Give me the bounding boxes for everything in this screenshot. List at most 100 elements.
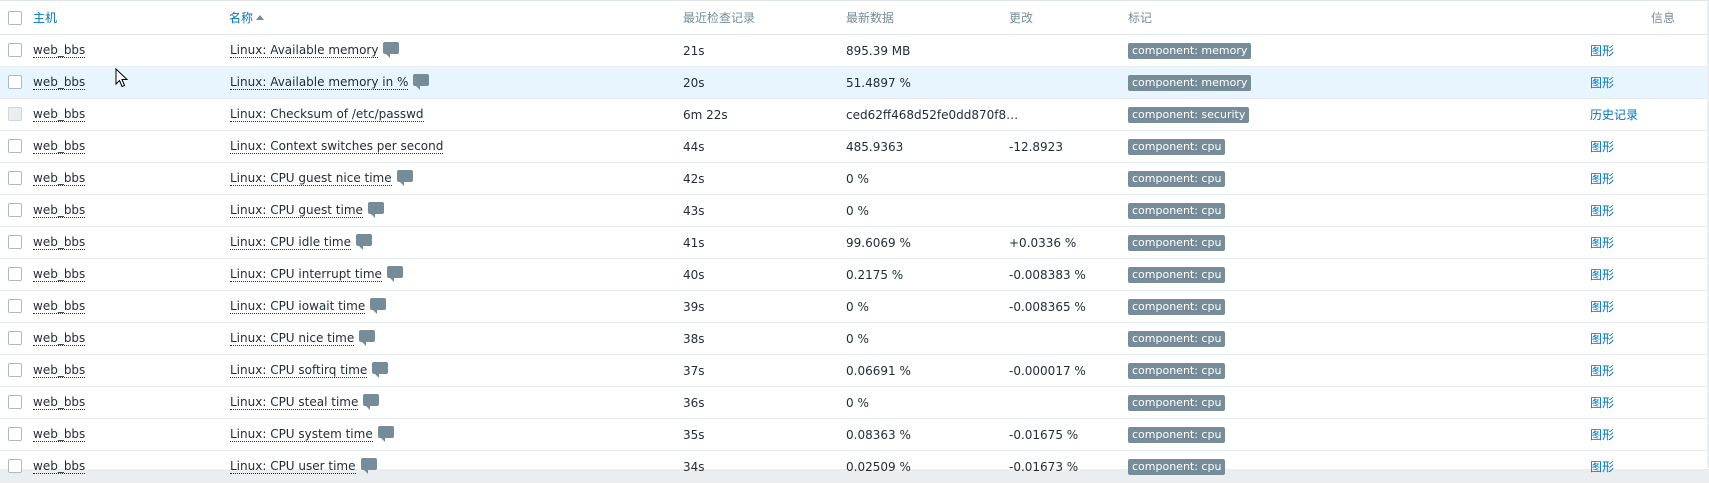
description-hint-icon[interactable] [363,393,380,410]
graph-link[interactable]: 图形 [1590,458,1614,475]
row-checkbox[interactable] [8,331,22,345]
row-checkbox[interactable] [8,267,22,281]
graph-link[interactable]: 图形 [1590,266,1614,283]
row-checkbox[interactable] [8,203,22,217]
row-checkbox[interactable] [8,139,22,153]
change-value: -0.008383 % [1009,267,1086,282]
tag-badge[interactable]: component: memory [1128,74,1252,91]
item-name-link[interactable]: Linux: CPU steal time [230,395,359,410]
host-link[interactable]: web_bbs [33,139,86,154]
item-name-link[interactable]: Linux: Context switches per second [230,139,444,154]
item-name-link[interactable]: Linux: CPU idle time [230,235,351,250]
description-hint-icon[interactable] [386,265,403,282]
tag-badge[interactable]: component: cpu [1128,458,1226,475]
select-all-checkbox[interactable] [8,11,22,25]
latest-data-cell: 895.39 MB [846,35,910,66]
row-checkbox[interactable] [8,395,22,409]
row-checkbox[interactable] [8,43,22,57]
row-checkbox[interactable] [8,235,22,249]
graph-link[interactable]: 图形 [1590,42,1614,59]
description-hint-icon[interactable] [359,329,376,346]
column-host-label[interactable]: 主机 [33,9,57,26]
table-row: web_bbs Linux: CPU idle time 41s 99.6069 % +… [0,227,1707,259]
graph-link[interactable]: 历史记录 [1590,106,1638,123]
latest-data-value: 0 % [846,331,869,346]
row-checkbox[interactable] [8,171,22,185]
graph-link[interactable]: 图形 [1590,202,1614,219]
host-link[interactable]: web_bbs [33,299,86,314]
tag-badge[interactable]: component: cpu [1128,298,1226,315]
description-hint-icon[interactable] [356,233,372,250]
item-name-link[interactable]: Linux: Checksum of /etc/passwd [230,107,424,122]
host-link[interactable]: web_bbs [33,267,86,282]
tag-badge[interactable]: component: cpu [1128,362,1226,379]
row-checkbox[interactable] [8,427,22,441]
host-link[interactable]: web_bbs [33,235,86,250]
description-hint-icon[interactable] [377,425,394,442]
graph-link[interactable]: 图形 [1590,362,1614,379]
host-link[interactable]: web_bbs [33,331,86,346]
description-hint-icon[interactable] [413,73,430,90]
action-cell: 图形 [1590,227,1614,258]
tag-badge[interactable]: component: cpu [1128,234,1226,251]
graph-link[interactable]: 图形 [1590,298,1614,315]
description-hint-icon[interactable] [396,169,413,186]
column-host[interactable]: 主机 [33,1,57,34]
column-name[interactable]: 名称 [229,1,265,34]
description-hint-icon[interactable] [372,361,389,378]
item-name-link[interactable]: Linux: CPU guest nice time [230,171,392,186]
host-link[interactable]: web_bbs [33,107,86,122]
action-cell: 图形 [1590,291,1614,322]
tag-badge[interactable]: component: cpu [1128,426,1226,443]
description-hint-icon[interactable] [383,41,400,58]
row-checkbox [8,107,22,121]
host-link[interactable]: web_bbs [33,171,86,186]
tags-cell: component: cpu [1128,163,1226,194]
item-name-link[interactable]: Linux: Available memory in % [230,75,409,90]
tag-badge[interactable]: component: cpu [1128,266,1226,283]
item-name-link[interactable]: Linux: CPU iowait time [230,299,366,314]
tag-badge[interactable]: component: cpu [1128,330,1226,347]
graph-link[interactable]: 图形 [1590,394,1614,411]
description-hint-icon[interactable] [370,297,387,314]
item-name-link[interactable]: Linux: CPU nice time [230,331,355,346]
table-row: web_bbs Linux: CPU system time 35s 0.08363 … [0,419,1707,451]
item-name-link[interactable]: Linux: CPU interrupt time [230,267,382,282]
item-name-link[interactable]: Linux: CPU user time [230,459,356,474]
column-name-label[interactable]: 名称 [229,9,253,26]
host-link[interactable]: web_bbs [33,363,86,378]
graph-link[interactable]: 图形 [1590,138,1614,155]
tag-badge[interactable]: component: cpu [1128,394,1226,411]
host-link[interactable]: web_bbs [33,427,86,442]
row-checkbox[interactable] [8,363,22,377]
host-link[interactable]: web_bbs [33,203,86,218]
name-cell: Linux: Context switches per second [230,131,444,162]
tag-badge[interactable]: component: cpu [1128,202,1226,219]
item-name-link[interactable]: Linux: CPU softirq time [230,363,368,378]
host-link[interactable]: web_bbs [33,459,86,474]
graph-link[interactable]: 图形 [1590,170,1614,187]
item-name-link[interactable]: Linux: CPU guest time [230,203,363,218]
table-row: web_bbs Linux: Available memory 21s 895.39 … [0,35,1707,67]
item-name-link[interactable]: Linux: Available memory [230,43,379,58]
description-hint-icon[interactable] [367,201,384,218]
item-name-link[interactable]: Linux: CPU system time [230,427,373,442]
row-checkbox[interactable] [8,75,22,89]
host-cell: web_bbs [33,451,86,482]
graph-link[interactable]: 图形 [1590,234,1614,251]
tag-badge[interactable]: component: cpu [1128,138,1226,155]
graph-link[interactable]: 图形 [1590,330,1614,347]
row-checkbox[interactable] [8,459,22,473]
tag-badge[interactable]: component: memory [1128,42,1252,59]
host-link[interactable]: web_bbs [33,43,86,58]
graph-link[interactable]: 图形 [1590,426,1614,443]
host-link[interactable]: web_bbs [33,75,86,90]
tag-badge[interactable]: component: cpu [1128,170,1226,187]
table-row: web_bbs Linux: Checksum of /etc/passwd 6m … [0,99,1707,131]
host-link[interactable]: web_bbs [33,395,86,410]
graph-link[interactable]: 图形 [1590,74,1614,91]
column-tags: 标记 [1128,1,1152,34]
tag-badge[interactable]: component: security [1128,106,1250,123]
table-row: web_bbs Linux: CPU softirq time 37s 0.06691… [0,355,1707,387]
row-checkbox[interactable] [8,299,22,313]
